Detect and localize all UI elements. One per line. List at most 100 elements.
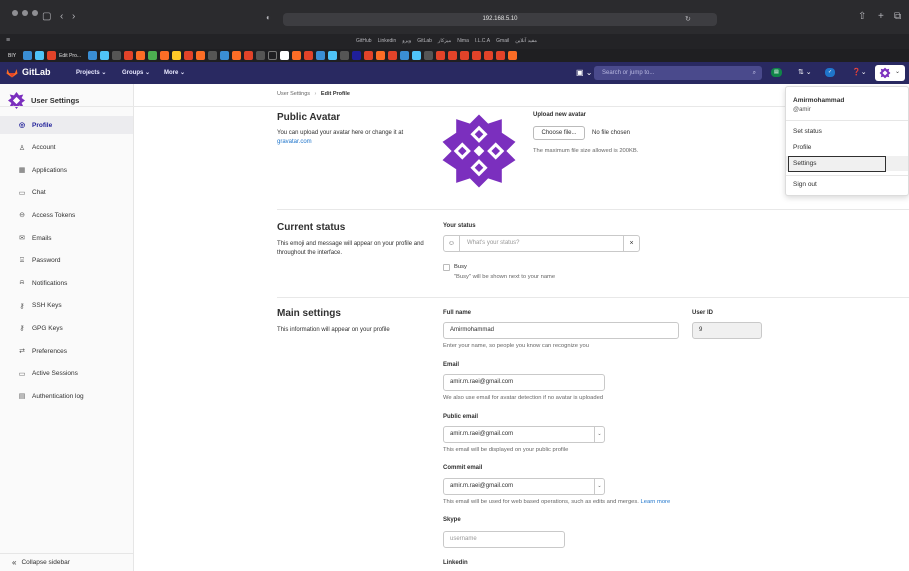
tab-icon[interactable] [328,51,338,60]
tab-icon[interactable] [304,51,314,60]
collapse-sidebar-button[interactable]: « Collapse sidebar [0,553,133,571]
tab-icon[interactable] [208,51,218,60]
tab-icon[interactable] [412,51,422,60]
tab-icon[interactable] [23,51,33,60]
tab-icon[interactable] [136,51,146,60]
sidebar-item-chat[interactable]: ▭ Chat [0,184,133,202]
nav-more[interactable]: More ⌄ [164,69,185,76]
tab-icon[interactable] [400,51,410,60]
sidebar-item-gpg-keys[interactable]: ⚷ GPG Keys [0,319,133,337]
sidebar-item-ssh-keys[interactable]: ⚷ SSH Keys [0,297,133,315]
sidebar-item-password[interactable]: ⍓ Password [0,252,133,270]
tab-icon[interactable] [364,51,374,60]
tab-icon[interactable] [316,51,326,60]
window-controls[interactable] [12,10,38,16]
new-item-icon[interactable]: ▣ ⌄ [576,68,592,77]
email-input[interactable]: amir.m.raei@gmail.com [443,374,605,391]
sidebar-item-access-tokens[interactable]: ⊖ Access Tokens [0,206,133,224]
tab-icon[interactable] [256,51,266,60]
user-menu-button[interactable]: ⌄ [875,65,905,81]
sidebar-item-notifications[interactable]: ⍾ Notifications [0,274,133,292]
sidebar-item-account[interactable]: ♙ Account [0,139,133,157]
tab-icon[interactable] [232,51,242,60]
favorite-link[interactable]: GitHub [356,38,372,44]
favorite-link[interactable]: GitLab [417,38,432,44]
tab-icon[interactable] [340,51,350,60]
favorite-link[interactable]: میزکار [438,38,451,44]
tab-icon[interactable] [448,51,458,60]
favorite-link[interactable]: Nima [457,38,469,44]
full-name-input[interactable]: Amirmohammad [443,322,679,339]
tab-icon[interactable] [508,51,518,60]
menu-icon[interactable]: ≡ [6,36,10,46]
tab-label[interactable]: Edit Pro... [59,53,81,59]
sidebar-item-emails[interactable]: ✉ Emails [0,229,133,247]
tab-icon[interactable] [268,51,278,60]
tab-icon[interactable] [496,51,506,60]
favorite-link[interactable]: Gmail [496,38,509,44]
tab-icon[interactable] [88,51,98,60]
tab-icon[interactable] [100,51,110,60]
tab-overview-icon[interactable]: ⧉ [894,12,901,22]
learn-more-link[interactable]: Learn more [641,499,671,505]
tab-icon[interactable] [472,51,482,60]
tab-icon[interactable] [484,51,494,60]
tab-icon[interactable] [436,51,446,60]
tab-icon[interactable] [220,51,230,60]
help-icon[interactable]: ❓⌄ [852,68,867,76]
brand-name[interactable]: GitLab [22,67,51,77]
tab-icon[interactable] [160,51,170,60]
tab-icon[interactable] [172,51,182,60]
address-bar[interactable]: 192.168.5.10 [283,13,717,26]
gitlab-tab-icon[interactable] [47,51,57,60]
nav-groups[interactable]: Groups ⌄ [122,69,150,76]
breadcrumb-current[interactable]: Edit Profile [321,91,350,97]
favorite-link[interactable]: ویرو [402,38,411,44]
favorite-link[interactable]: Linkedin [378,38,397,44]
sidebar-toggle-icon[interactable]: ▢ [42,12,51,22]
gravatar-link[interactable]: gravatar.com [277,139,312,145]
forward-icon[interactable]: › [72,12,75,22]
tab-icon[interactable] [196,51,206,60]
tab-icon[interactable] [244,51,254,60]
tab-icon[interactable] [35,51,45,60]
set-status-item[interactable]: Set status [793,128,822,135]
favorite-link[interactable]: I.L.C.A [475,38,490,44]
tab-icon[interactable] [184,51,194,60]
sidebar-item-profile[interactable]: ◎ Profile [0,116,133,134]
tab-icon[interactable] [376,51,386,60]
tab-icon[interactable] [124,51,134,60]
commit-email-select[interactable]: amir.m.raei@gmail.com ⌄ [443,478,605,495]
profile-item[interactable]: Profile [793,144,811,151]
sign-out-item[interactable]: Sign out [793,181,817,188]
skype-input[interactable]: username [443,531,565,548]
breadcrumb-parent[interactable]: User Settings [277,91,310,97]
nav-projects[interactable]: Projects ⌄ [76,69,106,76]
share-icon[interactable]: ⇧ [858,12,866,22]
sidebar-item-applications[interactable]: ▦ Applications [0,161,133,179]
status-input[interactable]: ☺ What's your status? × [443,235,640,252]
busy-checkbox[interactable] [443,264,450,271]
tab-icon[interactable] [424,51,434,60]
tab-icon[interactable] [112,51,122,60]
issues-badge[interactable]: ▤ [771,68,782,77]
choose-file-button[interactable]: Choose file... [533,126,585,140]
sidebar-item-preferences[interactable]: ⇄ Preferences [0,342,133,360]
tab-icon[interactable] [148,51,158,60]
sidebar-item-active-sessions[interactable]: ▭ Active Sessions [0,365,133,383]
favorite-link[interactable]: مفید آنلاین [515,38,537,44]
gitlab-logo-icon[interactable] [6,68,18,78]
reload-icon[interactable]: ↻ [685,15,691,23]
todos-badge[interactable]: ✓ [825,68,836,77]
back-icon[interactable]: ‹ [60,12,63,22]
tab-icon[interactable] [460,51,470,60]
tab-icon[interactable] [280,51,290,60]
merge-request-icon[interactable]: ⇅ ⌄ [798,68,812,76]
tab-icon[interactable] [388,51,398,60]
public-email-select[interactable]: amir.m.raei@gmail.com ⌄ [443,426,605,443]
tab-icon[interactable] [352,51,362,60]
privacy-shield-icon[interactable]: ◐ [266,13,271,23]
sidebar-item-authentication-log[interactable]: ▤ Authentication log [0,387,133,405]
clear-status-icon[interactable]: × [623,236,639,251]
tab-icon[interactable] [292,51,302,60]
